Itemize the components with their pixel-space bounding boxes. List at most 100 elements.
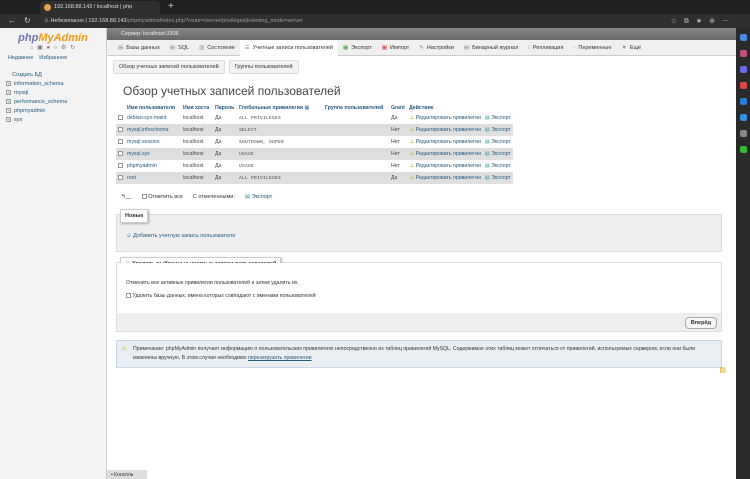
- address-bar: ← ↻ ⚠ Небезопасно | 192.168.88.143/phpmy…: [0, 14, 750, 28]
- subtab-user-groups[interactable]: Группы пользователей: [228, 60, 299, 74]
- row-checkbox[interactable]: [116, 172, 125, 184]
- search-icon[interactable]: [739, 34, 747, 41]
- table-row: mysql.session localhost Да SHUTDOWN, SUP…: [116, 136, 513, 148]
- outlook-icon[interactable]: [739, 114, 747, 121]
- tab-title: 192.168.88.143 / localhost | php: [54, 4, 133, 10]
- db-item[interactable]: + performance_schema: [6, 98, 106, 107]
- bulk-export-button[interactable]: ▤ Экспорт: [245, 194, 272, 200]
- user-edit-icon: ☺: [409, 127, 415, 133]
- col-host[interactable]: Имя хоста: [181, 104, 213, 112]
- col-global-privileges[interactable]: Глобальные привилегии ▣: [237, 104, 323, 112]
- username: debian-sys-maint: [125, 112, 181, 124]
- export-link[interactable]: ▤ Экспорт: [482, 112, 513, 124]
- browser-tab[interactable]: 192.168.88.143 / localhost | php: [40, 1, 160, 14]
- db-item[interactable]: + sys: [6, 116, 106, 125]
- print-icon[interactable]: ▤: [719, 366, 726, 374]
- table-row: debian-sys-maint localhost Да ALL PRIVIL…: [116, 112, 513, 124]
- main-content: Сервер: localhost:3306 ▤ Базы данных ▤ SQL…: [107, 28, 736, 479]
- global-privileges: SELECT: [237, 124, 323, 136]
- menu-status[interactable]: ▥ Состояние: [194, 40, 240, 56]
- col-username[interactable]: Имя пользователя: [125, 104, 181, 112]
- export-link[interactable]: ▤ Экспорт: [482, 124, 513, 136]
- edit-privileges-link[interactable]: ☺ Редактировать привилегии: [407, 148, 483, 160]
- table-row: mysql.sys localhost Да USAGE Нет ☺ Редак…: [116, 148, 513, 160]
- export-link[interactable]: ▤ Экспорт: [482, 148, 513, 160]
- sidebar-app-icon[interactable]: [739, 130, 747, 137]
- menu-import[interactable]: ▦ Импорт: [377, 40, 414, 56]
- menu-databases[interactable]: ▤ Базы данных: [113, 40, 165, 56]
- menu-user-accounts[interactable]: ☰ Учетные записи пользователей: [239, 39, 338, 56]
- grant: Нет: [389, 124, 407, 136]
- office-icon[interactable]: [739, 98, 747, 105]
- row-checkbox[interactable]: [116, 112, 125, 124]
- username: mysql.session: [125, 136, 181, 148]
- warning-icon: ⚠: [122, 346, 127, 352]
- table-row: mysql.infoschema localhost Да SELECT Нет…: [116, 124, 513, 136]
- user-group: [323, 112, 389, 124]
- edit-privileges-link[interactable]: ☺ Редактировать привилегии: [407, 160, 483, 172]
- db-item[interactable]: + phpmyadmin: [6, 107, 106, 116]
- menu-variables[interactable]: ◦ Переменные: [568, 40, 616, 56]
- check-all-checkbox[interactable]: Отметить все: [141, 194, 183, 200]
- global-privileges: ALL PRIVILEGES: [237, 172, 323, 184]
- menu-settings[interactable]: ✎ Настройки: [414, 40, 459, 56]
- col-user-group[interactable]: Группа пользователей: [323, 104, 389, 112]
- phpmyadmin-logo[interactable]: phpMyAdmin: [0, 32, 106, 44]
- page-title: Обзор учетных записей пользователей: [123, 84, 341, 98]
- go-button[interactable]: Вперёд: [684, 317, 717, 329]
- tools-icon[interactable]: [739, 66, 747, 73]
- add-icon[interactable]: [739, 146, 747, 153]
- subtab-overview[interactable]: Обзор учетных записей пользователей: [113, 60, 225, 74]
- add-user-link[interactable]: ☺ Добавить учетную запись пользователя: [126, 233, 235, 239]
- new-database-link[interactable]: Создать БД: [6, 71, 106, 80]
- new-user-section: Новые ☺ Добавить учетную запись пользова…: [116, 209, 722, 252]
- row-checkbox[interactable]: [116, 160, 125, 172]
- reload-privileges-link[interactable]: перезагрузить привилегии: [248, 355, 312, 361]
- toolbar-icons[interactable]: ☆⧉★⊕⋯: [671, 17, 736, 26]
- server-breadcrumb[interactable]: Сервер: localhost:3306: [107, 28, 736, 40]
- edit-privileges-link[interactable]: ☺ Редактировать привилегии: [407, 172, 483, 184]
- delete-description: Отменить все активные привилегии пользов…: [126, 280, 299, 286]
- table-row: root localhost Да ALL PRIVILEGES Да ☺ Ре…: [116, 172, 513, 184]
- menu-replication[interactable]: ⁞ Репликация: [523, 40, 568, 56]
- nav-quick-icons[interactable]: ⌂ ▣ ● ○ ⚙ ↻: [0, 44, 106, 51]
- row-checkbox[interactable]: [116, 148, 125, 160]
- password: Да: [213, 160, 237, 172]
- menu-sql[interactable]: ▤ SQL: [165, 40, 194, 56]
- password: Да: [213, 148, 237, 160]
- export-link[interactable]: ▤ Экспорт: [482, 160, 513, 172]
- host: localhost: [181, 172, 213, 184]
- favorites-tab[interactable]: Избранное: [39, 55, 67, 61]
- row-checkbox[interactable]: [116, 136, 125, 148]
- grant: Да: [389, 172, 407, 184]
- export-link[interactable]: ▤ Экспорт: [482, 172, 513, 184]
- export-link[interactable]: ▤ Экспорт: [482, 136, 513, 148]
- back-icon[interactable]: ←: [8, 16, 16, 25]
- edit-privileges-link[interactable]: ☺ Редактировать привилегии: [407, 112, 483, 124]
- menu-more[interactable]: ▼ Ещё: [616, 40, 646, 56]
- export-icon: ▤: [484, 139, 490, 145]
- user-edit-icon: ☺: [409, 163, 415, 169]
- games-icon[interactable]: [739, 82, 747, 89]
- shopping-icon[interactable]: [739, 50, 747, 57]
- grant: Нет: [389, 136, 407, 148]
- top-menu: ▤ Базы данных ▤ SQL ▥ Состояние ☰ Учетные за…: [107, 39, 736, 56]
- url-input[interactable]: ⚠ Небезопасно | 192.168.88.143/phpmyadmi…: [44, 16, 534, 26]
- menu-binlog[interactable]: ▤ Бинарный журнал: [459, 40, 523, 56]
- console-toggle[interactable]: ▪ Консоль: [107, 470, 147, 479]
- new-tab-button[interactable]: +: [168, 1, 174, 12]
- with-selected-label: С отмеченными:: [192, 194, 235, 200]
- recent-tab[interactable]: Недавнее: [8, 55, 33, 61]
- host: localhost: [181, 148, 213, 160]
- row-checkbox[interactable]: [116, 124, 125, 136]
- menu-export[interactable]: ▦ Экспорт: [338, 40, 377, 56]
- col-grant[interactable]: Grant: [389, 104, 407, 112]
- edit-privileges-link[interactable]: ☺ Редактировать привилегии: [407, 124, 483, 136]
- db-item[interactable]: + mysql: [6, 89, 106, 98]
- user-group: [323, 136, 389, 148]
- reload-icon[interactable]: ↻: [24, 16, 31, 25]
- db-item[interactable]: + information_schema: [6, 80, 106, 89]
- col-password[interactable]: Пароль: [213, 104, 237, 112]
- drop-db-checkbox[interactable]: Удалить базы данных, имена которых совпа…: [126, 293, 316, 299]
- edit-privileges-link[interactable]: ☺ Редактировать привилегии: [407, 136, 483, 148]
